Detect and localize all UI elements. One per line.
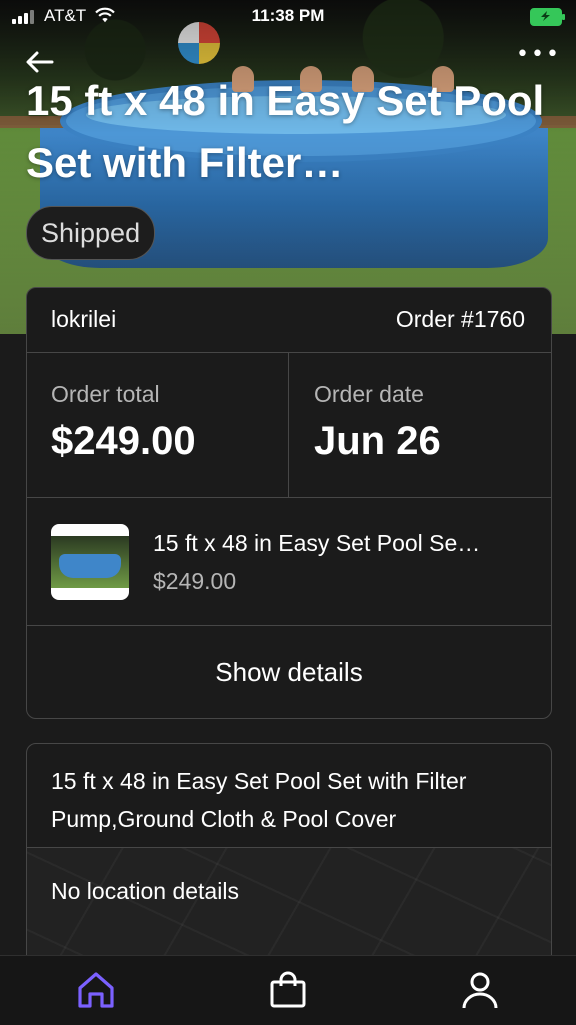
more-icon[interactable]: ••• — [516, 44, 559, 70]
home-icon[interactable] — [74, 968, 118, 1012]
order-total-value: $249.00 — [51, 419, 196, 463]
item-title[interactable]: 15 ft x 48 in Easy Set Pool Se… — [153, 530, 533, 557]
order-card: lokrilei Order #1760 Order total $249.00… — [26, 287, 552, 719]
order-header-row: lokrilei Order #1760 — [27, 288, 551, 352]
item-full-title: 15 ft x 48 in Easy Set Pool Set with Fil… — [51, 768, 467, 832]
status-badge: Shipped — [26, 206, 156, 260]
status-bar: AT&T 11:38 PM — [0, 0, 576, 34]
clock: 11:38 PM — [251, 6, 325, 25]
item-thumbnail[interactable] — [51, 524, 129, 600]
order-total-label: Order total — [51, 381, 160, 407]
order-summary-row: Order total $249.00 Order date Jun 26 — [27, 353, 551, 497]
divider — [288, 353, 289, 497]
show-details-button[interactable]: Show details — [27, 626, 551, 718]
page-title: 15 ft x 48 in Easy Set Pool Set with Fil… — [26, 77, 545, 186]
item-price: $249.00 — [153, 568, 237, 594]
order-date-label: Order date — [314, 381, 424, 407]
tab-bar — [0, 955, 576, 1025]
location-text: No location details — [51, 878, 239, 904]
divider — [27, 497, 551, 498]
shopping-bag-icon[interactable] — [266, 968, 310, 1012]
order-number: Order #1760 — [395, 306, 525, 332]
order-date-value: Jun 26 — [314, 419, 441, 463]
battery-icon — [530, 8, 565, 26]
profile-icon[interactable] — [458, 968, 502, 1012]
buyer-name: lokrilei — [51, 306, 117, 332]
